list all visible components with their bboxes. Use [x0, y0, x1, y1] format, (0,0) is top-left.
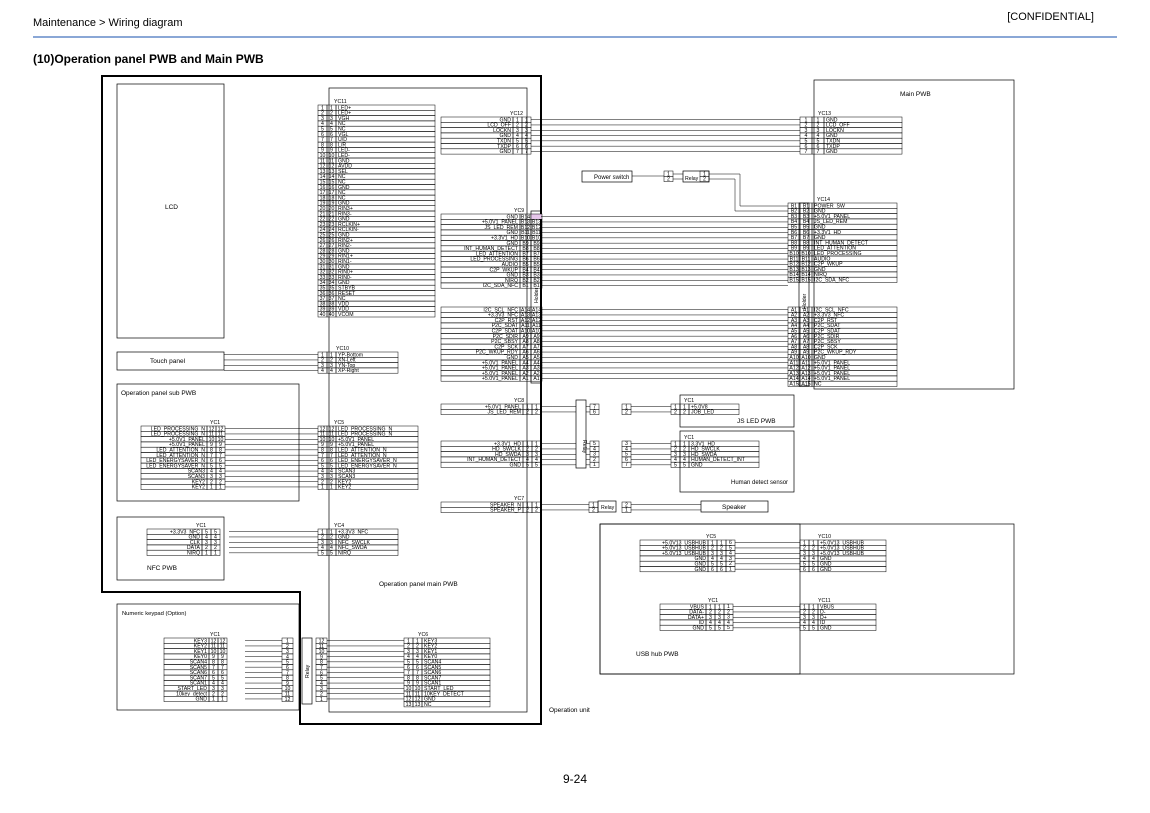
numeric-keypad-frame	[116, 603, 300, 711]
op-panel-sub-label: Operation panel sub PWB	[121, 390, 196, 397]
relay-label: Relay	[601, 505, 615, 511]
connector-name: YC1	[196, 523, 206, 529]
connector-name: YC1	[708, 598, 718, 604]
speaker-label: Speaker	[722, 504, 747, 511]
connector-name: YC1	[684, 435, 694, 441]
main-pwb-label: Main PWB	[900, 91, 931, 98]
signal-cell	[335, 189, 436, 196]
op-panel-main-label: Operation panel main PWB	[379, 581, 458, 588]
connector-name: YC5	[706, 534, 716, 540]
connector-name: YC1	[210, 420, 220, 426]
connector-name: YC12	[510, 111, 523, 117]
pin-cell	[530, 213, 543, 220]
signal-cell	[335, 125, 436, 132]
signal-cell	[335, 136, 436, 143]
connector-name: YC13	[818, 111, 831, 117]
usb-hub-label: USB hub PWB	[636, 651, 679, 658]
signal-cell	[335, 194, 436, 201]
operation-unit-label: Operation unit	[549, 707, 590, 714]
relay-label: Relay	[305, 664, 311, 678]
touch-panel-label: Touch panel	[150, 358, 186, 365]
signal-cell	[335, 120, 436, 127]
signal-cell	[335, 147, 436, 153]
connector-name: YC6	[418, 632, 428, 638]
connector-name: YC11	[818, 598, 831, 604]
signal-cell	[335, 173, 436, 180]
human-detect-label: Human detect sensor	[731, 480, 788, 486]
signal-cell	[335, 178, 436, 185]
op-panel-main-frame	[328, 87, 528, 713]
signal-cell	[335, 152, 436, 159]
connector-name: YC5	[334, 420, 344, 426]
pin-label: 12	[285, 697, 291, 703]
wiring-diagram: LCD Touch panel Operation panel sub PWB NFC…	[101, 75, 1015, 725]
js-led-label: JS LED PWB	[737, 418, 776, 425]
connector-name: YC1	[684, 398, 694, 404]
signal-cell	[335, 141, 436, 148]
connector-name: YC8	[514, 398, 524, 404]
connector-name: YC7	[514, 496, 524, 502]
relay-label: Relay	[685, 176, 699, 182]
numeric-keypad-label: Numeric keypad (Option)	[122, 611, 187, 617]
holder-label: Holder	[534, 287, 540, 303]
signal-cell	[335, 306, 436, 312]
signal-cell	[335, 200, 436, 206]
page-number: 9-24	[562, 772, 588, 786]
signal-cell	[335, 184, 436, 191]
pin-label: 1	[320, 697, 323, 703]
lcd-label: LCD	[165, 204, 178, 211]
nfc-pwb-label: NFC PWB	[147, 565, 177, 572]
connector-name: YC1	[210, 632, 220, 638]
connector-name: YC14	[817, 197, 830, 203]
signal-cell	[335, 131, 436, 138]
signal-cell	[335, 157, 436, 164]
signal-cell	[335, 300, 436, 307]
connector-name: YC11	[334, 99, 347, 105]
relay-js	[575, 399, 587, 469]
connector-name: YC9	[514, 208, 524, 214]
connector-name: YC10	[818, 534, 831, 540]
power-switch-label: Power switch	[594, 175, 629, 181]
connector-name: YC10	[336, 346, 349, 352]
connector-name: YC4	[334, 523, 344, 529]
relay-label: Relay	[581, 440, 587, 454]
lcd-frame	[116, 83, 225, 339]
